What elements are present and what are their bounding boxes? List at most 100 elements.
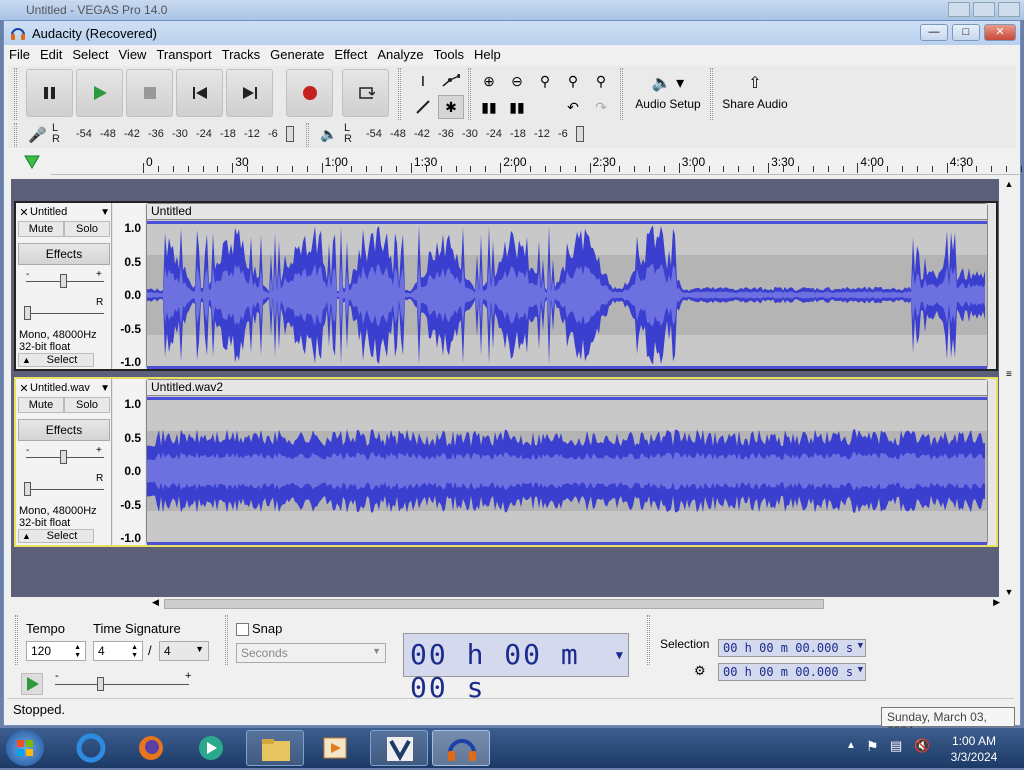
waveform[interactable] — [147, 221, 987, 369]
snap-unit-select[interactable]: Seconds ▼ — [236, 643, 386, 663]
close-track-icon[interactable]: ✕ — [18, 382, 30, 395]
fit-selection-icon[interactable]: ⚲ — [532, 69, 558, 93]
menu-file[interactable]: File — [4, 45, 35, 65]
network-icon[interactable]: ▤ — [890, 738, 902, 754]
speed-slider-handle[interactable] — [97, 677, 104, 691]
toolbar-grip[interactable] — [14, 123, 17, 147]
track-name-menu[interactable]: ✕ Untitled.wav ▼ — [18, 381, 110, 395]
action-center-flag-icon[interactable]: ⚑ — [866, 738, 879, 755]
menu-generate[interactable]: Generate — [265, 45, 329, 65]
audio-track[interactable]: ✕ Untitled.wav ▼ Mute Solo Effects - + R M… — [14, 377, 998, 547]
pan-slider-handle[interactable] — [60, 274, 67, 288]
record-button[interactable] — [286, 69, 333, 117]
vegas-video-icon[interactable] — [306, 730, 364, 766]
menu-select[interactable]: Select — [67, 45, 113, 65]
clip-name[interactable]: Untitled.wav2 — [147, 380, 987, 396]
silence-audio-icon[interactable]: ▮▮ — [504, 95, 530, 119]
maximize-button[interactable]: □ — [952, 24, 980, 41]
mute-button[interactable]: Mute — [18, 397, 64, 413]
minimize-button[interactable]: — — [920, 24, 948, 41]
envelope-tool-icon[interactable] — [438, 69, 464, 93]
firefox-icon[interactable] — [122, 730, 180, 766]
effects-button[interactable]: Effects — [18, 419, 110, 441]
mute-button[interactable]: Mute — [18, 221, 64, 237]
clip-name[interactable]: Untitled — [147, 204, 987, 220]
time-signature-numerator[interactable]: 4 ▲ ▼ — [93, 641, 143, 661]
stop-button[interactable] — [126, 69, 173, 117]
gain-slider-handle[interactable] — [24, 482, 31, 496]
horizontal-scroll-thumb[interactable] — [164, 599, 824, 609]
toolbar-grip[interactable] — [647, 615, 650, 665]
zoom-out-icon[interactable]: ⊖ — [504, 69, 530, 93]
loop-button[interactable] — [342, 69, 389, 117]
pan-slider-handle[interactable] — [60, 450, 67, 464]
menu-tracks[interactable]: Tracks — [217, 45, 266, 65]
record-level-slider[interactable] — [286, 126, 294, 142]
toolbar-grip[interactable] — [14, 68, 17, 120]
audacity-taskbar-icon[interactable] — [432, 730, 490, 766]
track-area[interactable]: ✕ Untitled ▼ Mute Solo Effects - + R Mono,… — [11, 179, 999, 597]
gain-slider-handle[interactable] — [24, 306, 31, 320]
play-button[interactable] — [76, 69, 123, 117]
track-select-button[interactable]: ▲ Select — [18, 529, 94, 543]
pause-button[interactable] — [26, 69, 73, 117]
toolbar-grip[interactable] — [306, 123, 309, 147]
menu-effect[interactable]: Effect — [329, 45, 372, 65]
audio-track[interactable]: ✕ Untitled ▼ Mute Solo Effects - + R Mono,… — [14, 201, 998, 371]
bg-minimize-button[interactable] — [948, 2, 970, 17]
toolbar-grip[interactable] — [15, 615, 18, 665]
gear-icon[interactable]: ⚙ — [694, 663, 706, 679]
close-button[interactable]: ✕ — [984, 24, 1016, 41]
toolbar-grip[interactable] — [398, 68, 401, 120]
timeline-ruler[interactable]: 0 30 1:00 1:30 2:00 2:30 3:00 3:30 4:00 4:30 — [51, 151, 1023, 175]
skip-end-button[interactable] — [226, 69, 273, 117]
system-clock[interactable]: 1:00 AM 3/3/2024 — [948, 733, 1000, 765]
skip-start-button[interactable] — [176, 69, 223, 117]
waveform[interactable] — [147, 397, 987, 545]
internet-explorer-icon[interactable] — [62, 730, 120, 766]
bg-close-button[interactable] — [998, 2, 1020, 17]
playback-level-slider[interactable] — [576, 126, 584, 142]
time-signature-denominator[interactable]: 4 ▼ — [159, 641, 209, 661]
bg-maximize-button[interactable] — [973, 2, 995, 17]
vegas-pro-icon[interactable] — [370, 730, 428, 766]
toolbar-grip[interactable] — [710, 68, 713, 120]
vertical-scrollbar[interactable]: ▲ ≡ ▼ — [1002, 179, 1016, 597]
speaker-icon[interactable]: 🔈 — [320, 126, 337, 143]
play-at-speed-button[interactable] — [21, 673, 43, 695]
solo-button[interactable]: Solo — [64, 397, 110, 413]
menu-analyze[interactable]: Analyze — [372, 45, 428, 65]
zoom-toggle-icon[interactable]: ⚲ — [588, 69, 614, 93]
start-button[interactable] — [6, 730, 44, 766]
share-audio-button[interactable]: ⇧ Share Audio — [718, 69, 792, 119]
undo-icon[interactable]: ↶ — [560, 95, 586, 119]
draw-tool-icon[interactable] — [410, 95, 436, 119]
toolbar-grip[interactable] — [468, 68, 471, 120]
media-player-icon[interactable] — [182, 730, 240, 766]
selection-start-time[interactable]: 00 h 00 m 00.000 s ▼ — [718, 639, 866, 657]
tray-expand-icon[interactable]: ▲ — [846, 740, 856, 751]
microphone-icon[interactable]: 🎤 — [28, 126, 47, 144]
toolbar-grip[interactable] — [225, 615, 228, 665]
toolbar-grip[interactable] — [620, 68, 623, 120]
file-explorer-icon[interactable] — [246, 730, 304, 766]
track-select-button[interactable]: ▲ Select — [18, 353, 94, 367]
fit-project-icon[interactable]: ⚲ — [560, 69, 586, 93]
selection-tool-icon[interactable]: Ⅰ — [410, 69, 436, 93]
menu-transport[interactable]: Transport — [151, 45, 216, 65]
effects-button[interactable]: Effects — [18, 243, 110, 265]
close-track-icon[interactable]: ✕ — [18, 206, 30, 219]
menu-edit[interactable]: Edit — [35, 45, 67, 65]
menu-view[interactable]: View — [114, 45, 152, 65]
audio-clip[interactable]: Untitled.wav2 — [146, 379, 988, 545]
trim-audio-icon[interactable]: ▮▮ — [476, 95, 502, 119]
audio-clip[interactable]: Untitled — [146, 203, 988, 369]
redo-icon[interactable]: ↷ — [588, 95, 614, 119]
tempo-input[interactable]: 120 ▲ ▼ — [26, 641, 86, 661]
menu-help[interactable]: Help — [469, 45, 506, 65]
multi-tool-icon[interactable]: ✱ — [438, 95, 464, 119]
time-display[interactable]: 00 h 00 m 00 s ▼ — [403, 633, 629, 704]
selection-end-time[interactable]: 00 h 00 m 00.000 s ▼ — [718, 663, 866, 681]
horizontal-scrollbar[interactable]: ◀ ▶ — [152, 597, 1000, 611]
zoom-in-icon[interactable]: ⊕ — [476, 69, 502, 93]
